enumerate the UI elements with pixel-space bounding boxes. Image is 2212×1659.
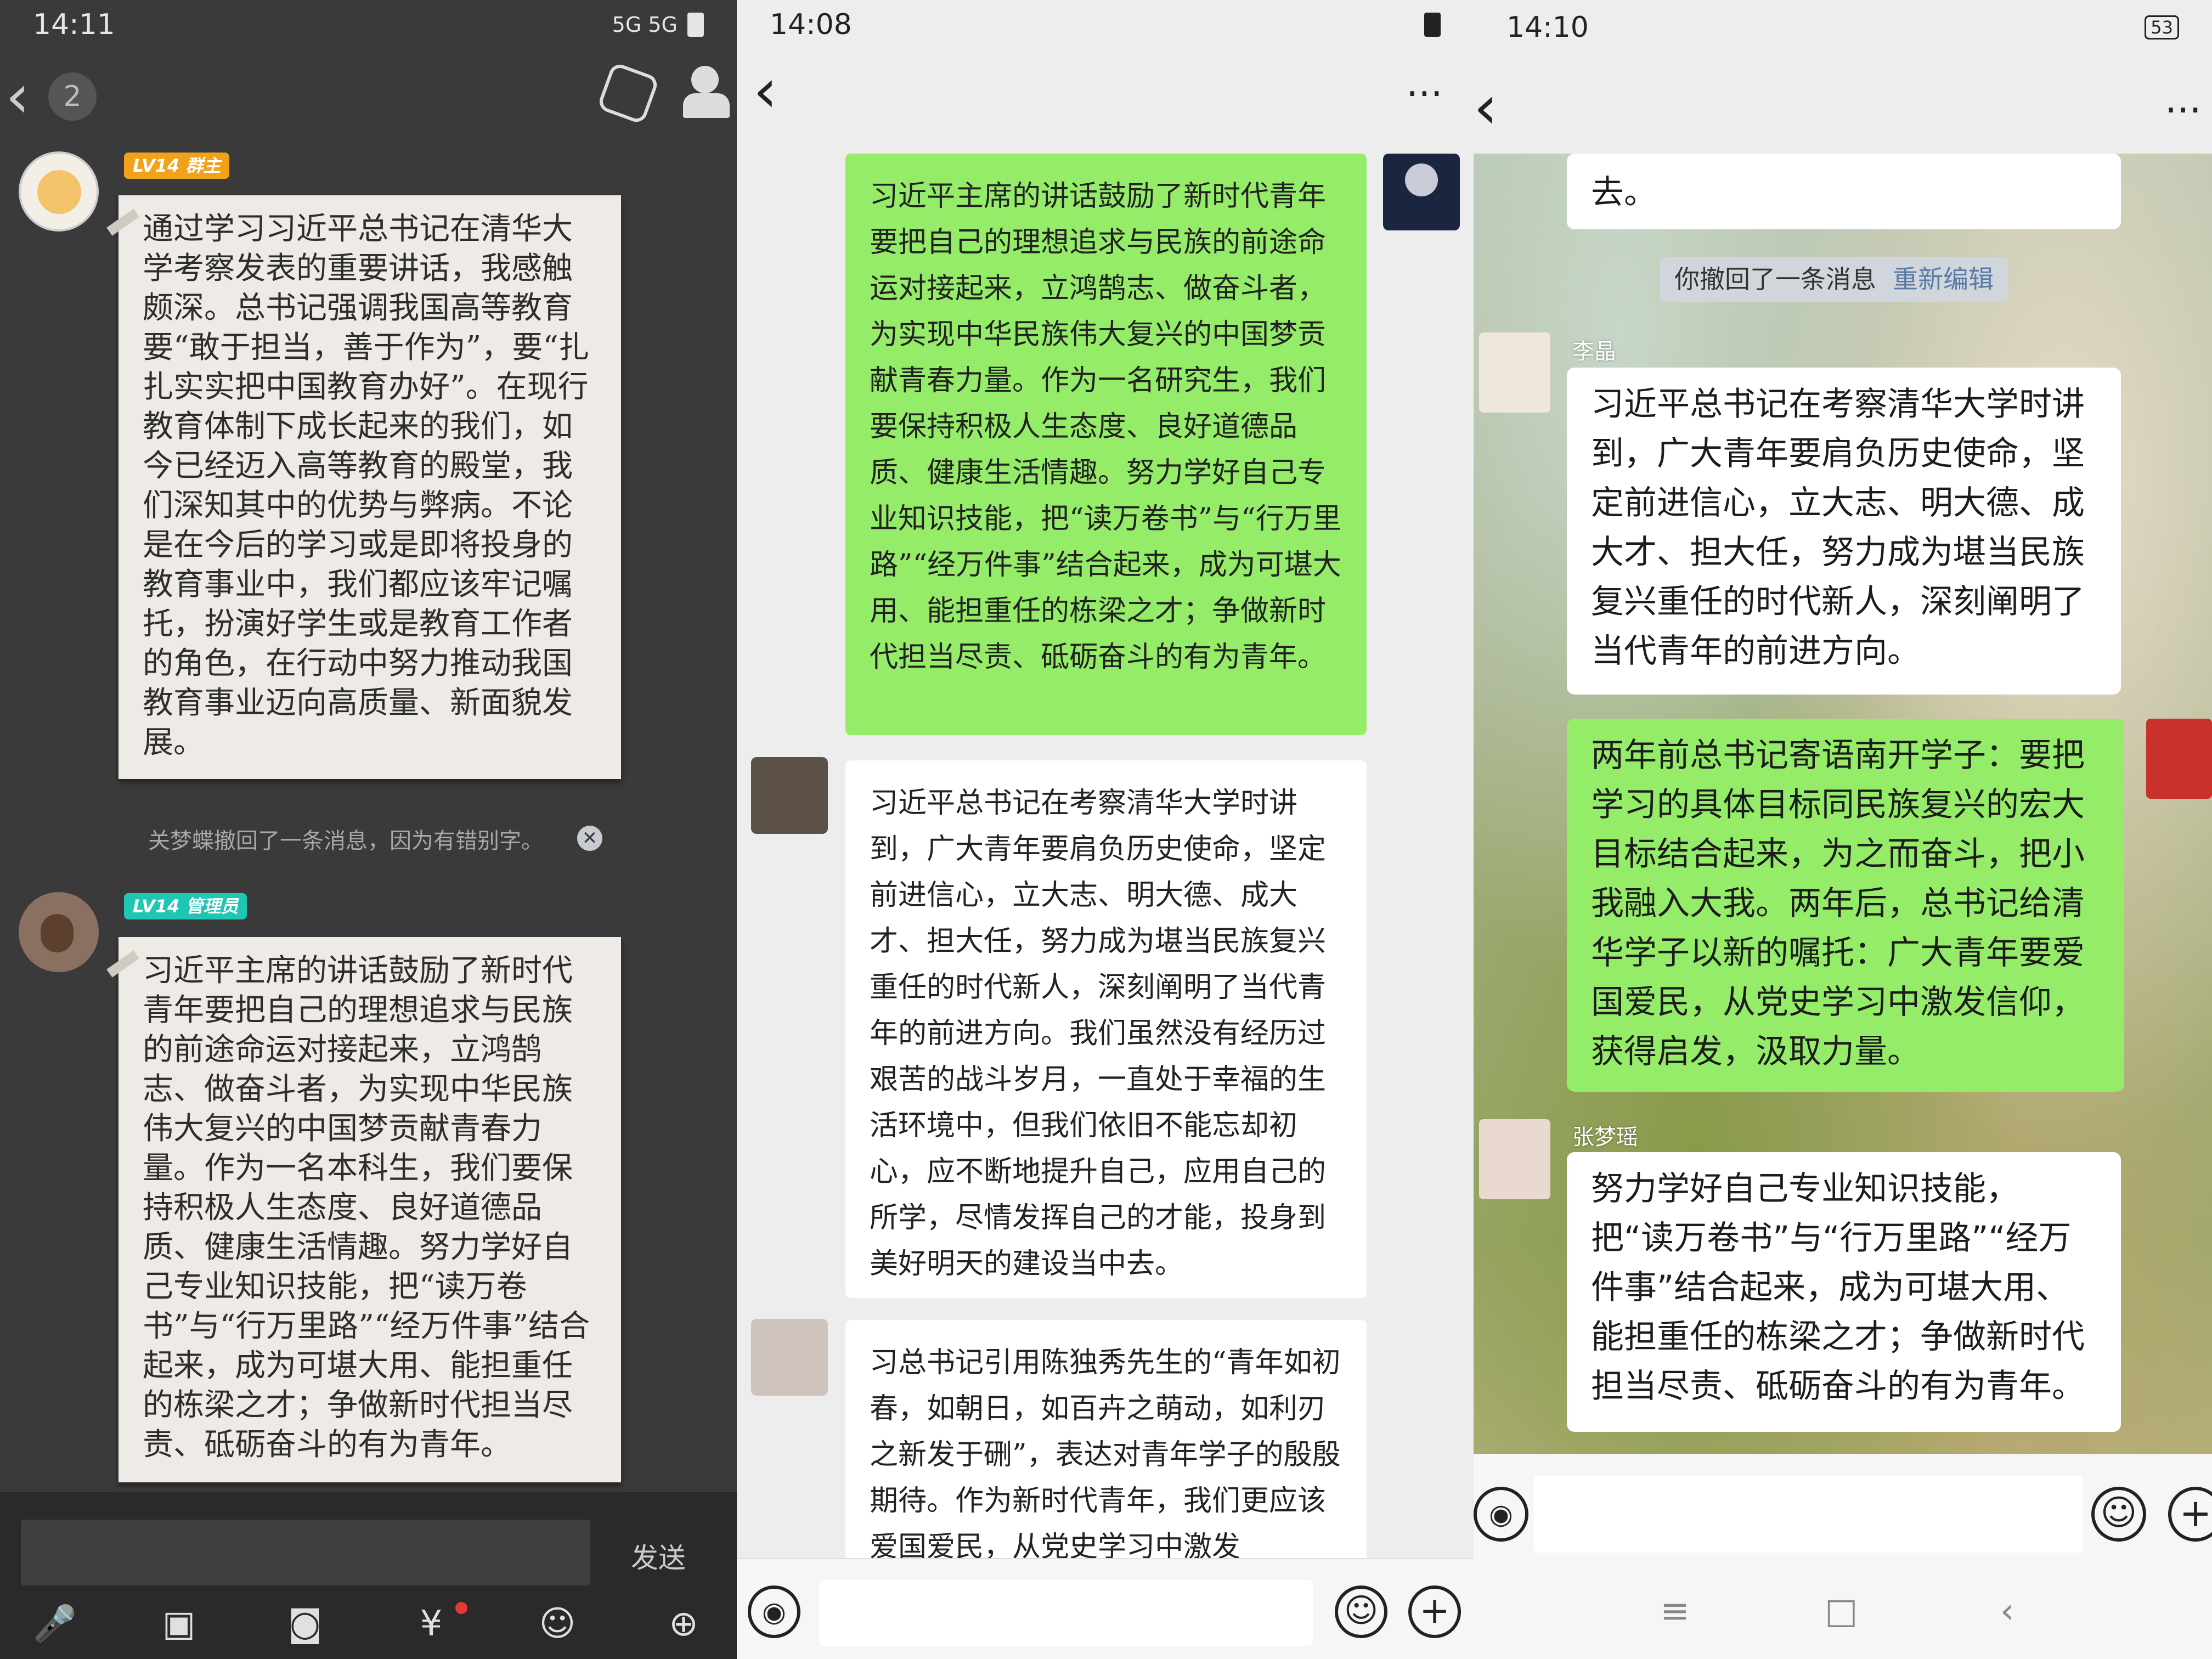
status-bar: 14:11 5G 5G — [0, 0, 737, 49]
message-bubble[interactable]: 去。 — [1567, 154, 2121, 229]
message-bubble-received[interactable]: 习近平总书记在考察清华大学时讲到，广大青年要肩负历史使命，坚定前进信心，立大志、… — [845, 760, 1367, 1298]
message-bubble-sent[interactable]: 习近平主席的讲话鼓励了新时代青年要把自己的理想追求与民族的前途命运对接起来，立鸿… — [845, 154, 1367, 735]
message-input[interactable] — [21, 1520, 590, 1585]
camera-icon[interactable]: ◙ — [283, 1602, 327, 1646]
recall-notice: 你撤回了一条消息 重新编辑 — [1660, 257, 2008, 302]
battery-icon — [687, 13, 704, 37]
emoji-icon[interactable]: ☺ — [1335, 1585, 1387, 1638]
wechat-chat-panel-2: 14:08 ‹ ··· 习近平主席的讲话鼓励了新时代青年要把自己的理想追求与民族… — [737, 0, 1474, 1659]
message-text: 习近平总书记在考察清华大学时讲到，广大青年要肩负历史使命，坚定前进信心，立大志、… — [870, 787, 1327, 1280]
status-icons: 5G 5G — [612, 13, 704, 37]
avatar[interactable] — [1479, 332, 1550, 413]
close-icon[interactable]: ✕ — [577, 826, 602, 851]
image-icon[interactable]: ▣ — [157, 1602, 201, 1646]
status-time: 14:08 — [770, 8, 852, 41]
red-packet-icon[interactable]: ¥ — [409, 1602, 453, 1646]
send-button[interactable]: 发送 — [631, 1536, 686, 1576]
notification-dot — [455, 1602, 467, 1614]
avatar[interactable] — [19, 151, 99, 232]
group-members-icon[interactable] — [680, 63, 735, 118]
status-time: 14:10 — [1506, 11, 1589, 44]
sender-nickname: 张梦瑶 — [1572, 1125, 1638, 1150]
message-bubble[interactable]: 通过学习习近平总书记在清华大学考察发表的重要讲话，我感触颇深。总书记强调我国高等… — [119, 195, 621, 779]
message-text: 习总书记引用陈独秀先生的“青年如初春，如朝日，如百卉之萌动，如利刃之新发于硎”，… — [870, 1346, 1341, 1564]
plus-icon[interactable]: ⊕ — [662, 1602, 706, 1646]
voice-icon[interactable]: ◉ — [748, 1585, 800, 1638]
avatar[interactable] — [751, 1319, 828, 1396]
recall-text: 你撤回了一条消息 — [1674, 264, 1876, 294]
message-bubble-received[interactable]: 努力学好自己专业知识技能，把“读万卷书”与“行万里路”“经万件事”结合起来，成为… — [1567, 1152, 2121, 1432]
avatar[interactable] — [1479, 1119, 1550, 1199]
status-bar: 14:08 — [737, 0, 1474, 49]
message-text: 两年前总书记寄语南开学子：要把学习的具体目标同民族复兴的宏大目标结合起来，为之而… — [1591, 736, 2085, 1071]
level-tag: LV14 群主 — [124, 153, 230, 179]
message-text: 习近平总书记在考察清华大学时讲到，广大青年要肩负历史使命，坚定前进信心，立大志、… — [1591, 385, 2085, 670]
back-icon[interactable]: ‹ — [753, 60, 777, 121]
status-icons: 53 — [2145, 15, 2179, 40]
emoji-icon[interactable]: ☺ — [2091, 1487, 2146, 1542]
avatar[interactable] — [1383, 154, 1460, 230]
home-key-icon[interactable]: □ — [1825, 1591, 1858, 1632]
message-input[interactable] — [819, 1580, 1313, 1646]
status-bar: 14:10 53 — [1474, 0, 2212, 55]
level-tag: LV14 管理员 — [124, 893, 247, 919]
back-key-icon[interactable]: ‹ — [2000, 1591, 2015, 1632]
message-text: 去。 — [1591, 173, 1657, 212]
more-icon[interactable]: ··· — [1406, 71, 1443, 116]
microphone-icon[interactable]: 🎤 — [33, 1602, 77, 1646]
share-icon[interactable] — [596, 61, 660, 125]
message-bubble[interactable]: 习近平主席的讲话鼓励了新时代青年要把自己的理想追求与民族的前途命运对接起来，立鸿… — [119, 937, 621, 1482]
unread-count-badge: 2 — [48, 72, 97, 121]
status-icons — [1424, 13, 1441, 37]
message-input[interactable] — [1534, 1476, 2083, 1553]
back-icon[interactable]: ‹ — [5, 66, 30, 126]
message-text: 习近平主席的讲话鼓励了新时代青年要把自己的理想追求与民族的前途命运对接起来，立鸿… — [870, 180, 1341, 674]
back-icon[interactable]: ‹ — [1474, 77, 1498, 137]
message-bubble-sent[interactable]: 两年前总书记寄语南开学子：要把学习的具体目标同民族复兴的宏大目标结合起来，为之而… — [1567, 719, 2124, 1092]
group-chat-panel-1: 14:11 5G 5G ‹ 2 LV14 群主 通过学习习近平总书记在清华大学考… — [0, 0, 737, 1659]
status-time: 14:11 — [33, 8, 115, 41]
message-bubble-received[interactable]: 习近平总书记在考察清华大学时讲到，广大青年要肩负历史使命，坚定前进信心，立大志、… — [1567, 368, 2121, 695]
emoji-icon[interactable]: ☺ — [535, 1602, 579, 1646]
avatar[interactable] — [2146, 719, 2212, 799]
reedit-link[interactable]: 重新编辑 — [1893, 264, 1994, 294]
avatar[interactable] — [19, 892, 99, 972]
battery-icon: 53 — [2145, 15, 2179, 40]
network-label: 5G 5G — [612, 13, 678, 37]
menu-key-icon[interactable]: ≡ — [1660, 1591, 1690, 1632]
top-bar — [1474, 55, 2212, 154]
avatar[interactable] — [751, 757, 828, 834]
sender-nickname: 李晶 — [1572, 339, 1616, 364]
recall-notice: 关梦蝶撤回了一条消息，因为有错别字。 — [148, 828, 543, 854]
message-text: 努力学好自己专业知识技能，把“读万卷书”与“行万里路”“经万件事”结合起来，成为… — [1591, 1170, 2085, 1406]
message-text: 习近平主席的讲话鼓励了新时代青年要把自己的理想追求与民族的前途命运对接起来，立鸿… — [143, 953, 590, 1463]
message-text: 通过学习习近平总书记在清华大学考察发表的重要讲话，我感触颇深。总书记强调我国高等… — [143, 211, 589, 760]
message-bubble-received[interactable]: 习总书记引用陈独秀先生的“青年如初春，如朝日，如百卉之萌动，如利刃之新发于硎”，… — [845, 1320, 1367, 1583]
plus-icon[interactable]: + — [1408, 1585, 1461, 1638]
voice-icon[interactable]: ◉ — [1474, 1487, 1528, 1542]
more-icon[interactable]: ··· — [2165, 88, 2202, 133]
wechat-chat-panel-3: 14:10 53 ‹ ··· 去。 你撤回了一条消息 重新编辑 李晶 习近平总书记… — [1474, 0, 2212, 1659]
battery-icon — [1424, 13, 1441, 37]
